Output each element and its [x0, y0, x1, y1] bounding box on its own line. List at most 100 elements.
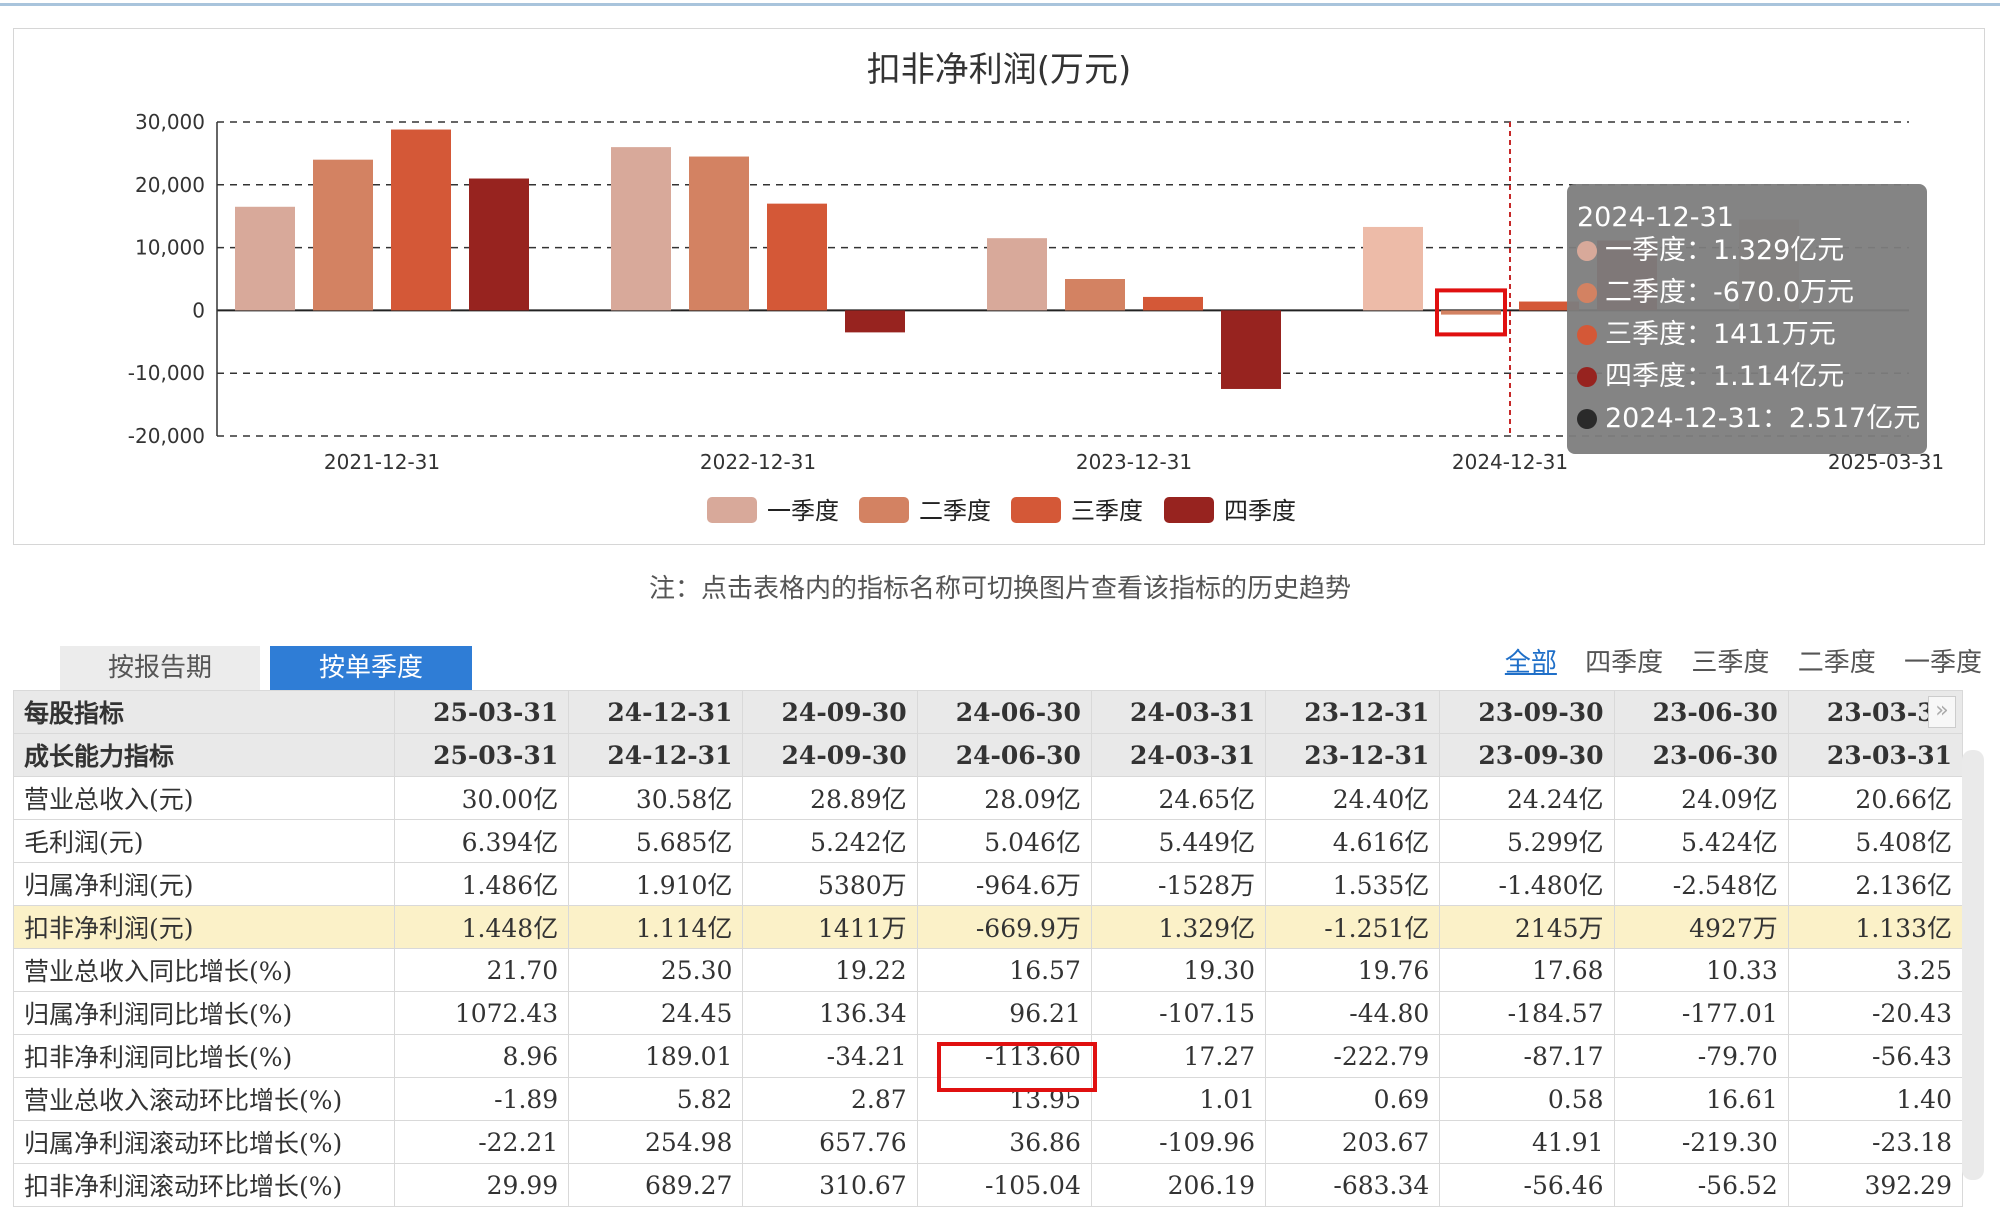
table-cell: 24-06-30	[916, 733, 1092, 777]
table-cell: -22.21	[393, 1120, 570, 1164]
table-cell: 24-09-30	[742, 733, 918, 777]
table-cell: -56.52	[1613, 1163, 1789, 1207]
filter-q1[interactable]: 一季度	[1904, 648, 1982, 678]
table-cell: -1.251亿	[1265, 905, 1441, 949]
filter-q2[interactable]: 二季度	[1798, 648, 1876, 678]
table-cell: 16.61	[1613, 1077, 1789, 1121]
table-cell: 392.29	[1787, 1163, 1964, 1207]
table-header-row: 成长能力指标 25-03-31 24-12-31 24-09-30 24-06-30 24…	[13, 733, 1964, 777]
indicator-name[interactable]: 毛利润(元)	[13, 819, 395, 863]
table-cell: 2145万	[1439, 905, 1615, 949]
legend-swatch	[707, 497, 757, 523]
tooltip-line: 四季度：1.114亿元	[1605, 361, 1844, 392]
y-tick-label: -20,000	[128, 424, 205, 448]
table-cell: 5.685亿	[568, 819, 744, 863]
table-cell: 24-12-31	[568, 690, 744, 734]
table-cell: -222.79	[1265, 1034, 1441, 1078]
table-cell: 30.00亿	[393, 776, 570, 820]
table-cell: 203.67	[1265, 1120, 1441, 1164]
table-cell: 4927万	[1613, 905, 1789, 949]
table-cell: 19.22	[742, 948, 918, 992]
tab-by-single-quarter[interactable]: 按单季度	[270, 646, 472, 690]
table-cell: 24-09-30	[742, 690, 918, 734]
table-cell: 23-09-30	[1439, 690, 1615, 734]
table-cell: 24-03-31	[1090, 690, 1267, 734]
table-cell: 25-03-31	[393, 690, 570, 734]
table-cell: -1528万	[1090, 862, 1267, 906]
filter-q3[interactable]: 三季度	[1691, 648, 1769, 678]
indicator-name[interactable]: 归属净利润滚动环比增长(%)	[13, 1120, 395, 1164]
table-cell: -105.04	[916, 1163, 1092, 1207]
table-cell: 689.27	[568, 1163, 744, 1207]
table-cell: 2.87	[742, 1077, 918, 1121]
table-cell: 23-09-30	[1439, 733, 1615, 777]
bar	[391, 129, 451, 311]
indicator-name[interactable]: 扣非净利润同比增长(%)	[13, 1034, 395, 1078]
table-cell: 206.19	[1090, 1163, 1267, 1207]
tab-by-report-period[interactable]: 按报告期	[60, 646, 260, 690]
table-cell: 16.57	[916, 948, 1092, 992]
table-cell: -56.46	[1439, 1163, 1615, 1207]
vertical-scrollbar[interactable]	[1962, 750, 1984, 1180]
bar	[845, 310, 905, 333]
filter-all[interactable]: 全部	[1505, 648, 1557, 678]
legend-label: 一季度	[767, 497, 839, 525]
table-row: 扣非净利润(元) 1.448亿 1.114亿 1411万 -669.9万 1.329亿 -1…	[13, 905, 1964, 949]
table-cell: 23-06-30	[1613, 733, 1789, 777]
table-cell: 28.89亿	[742, 776, 918, 820]
bar	[313, 159, 373, 311]
table-cell: -107.15	[1090, 991, 1267, 1035]
table-cell: 23-12-31	[1265, 733, 1441, 777]
table-row: 毛利润(元) 6.394亿 5.685亿 5.242亿 5.046亿 5.449亿 4.61…	[13, 819, 1964, 863]
indicator-name[interactable]: 归属净利润(元)	[13, 862, 395, 906]
scroll-right-icon[interactable]: »	[1928, 696, 1956, 728]
bar	[611, 147, 671, 311]
table-cell: 136.34	[742, 991, 918, 1035]
indicator-name[interactable]: 营业总收入同比增长(%)	[13, 948, 395, 992]
table-cell: -23.18	[1787, 1120, 1964, 1164]
tooltip-line: 二季度：-670.0万元	[1605, 277, 1854, 308]
y-tick-label: -10,000	[128, 361, 205, 385]
indicator-name[interactable]: 扣非净利润(元)	[13, 905, 395, 949]
chart-note: 注：点击表格内的指标名称可切换图片查看该指标的历史趋势	[648, 574, 1351, 604]
chart-panel: 扣非净利润(万元) 30,000 20,000 10,000 0 -10,000 -20,0…	[13, 28, 1985, 545]
legend-swatch	[1011, 497, 1061, 523]
table-cell: 3.25	[1787, 948, 1964, 992]
chart-title: 扣非净利润(万元)	[867, 50, 1132, 90]
table-cell: 24.45	[568, 991, 744, 1035]
table-row: 营业总收入同比增长(%) 21.70 25.30 19.22 16.57 19.30 19.…	[13, 948, 1964, 992]
bar	[689, 156, 749, 311]
indicator-name[interactable]: 营业总收入滚动环比增长(%)	[13, 1077, 395, 1121]
indicator-name[interactable]: 营业总收入(元)	[13, 776, 395, 820]
tooltip-title: 2024-12-31	[1577, 202, 1734, 233]
table-cell: 24-03-31	[1090, 733, 1267, 777]
table-cell: 25.30	[568, 948, 744, 992]
indicator-name[interactable]: 归属净利润同比增长(%)	[13, 991, 395, 1035]
bar	[1221, 310, 1281, 389]
table-cell: 24.65亿	[1090, 776, 1267, 820]
y-tick-label: 30,000	[135, 110, 205, 134]
tooltip-marker-icon	[1577, 283, 1597, 303]
table-cell: 5.408亿	[1787, 819, 1964, 863]
table-cell: -56.43	[1787, 1034, 1964, 1078]
indicator-name[interactable]: 成长能力指标	[13, 733, 395, 777]
tooltip-line: 2024-12-31：2.517亿元	[1605, 403, 1920, 434]
tooltip-line: 一季度：1.329亿元	[1605, 235, 1844, 266]
table-cell: 1.910亿	[568, 862, 744, 906]
x-tick-label: 2023-12-31	[1076, 450, 1192, 474]
bar	[469, 178, 529, 311]
table-cell: 4.616亿	[1265, 819, 1441, 863]
table-cell: -20.43	[1787, 991, 1964, 1035]
table-cell: -34.21	[742, 1034, 918, 1078]
table-cell: 189.01	[568, 1034, 744, 1078]
table-cell: 254.98	[568, 1120, 744, 1164]
filter-q4[interactable]: 四季度	[1585, 648, 1663, 678]
table-cell: 5.046亿	[916, 819, 1092, 863]
table-cell: 19.76	[1265, 948, 1441, 992]
table-cell: 29.99	[393, 1163, 570, 1207]
bar	[1441, 310, 1501, 315]
table-cell: 1.40	[1787, 1077, 1964, 1121]
indicator-name[interactable]: 扣非净利润滚动环比增长(%)	[13, 1163, 395, 1207]
indicator-name[interactable]: 每股指标	[13, 690, 395, 734]
tooltip-marker-icon	[1577, 325, 1597, 345]
